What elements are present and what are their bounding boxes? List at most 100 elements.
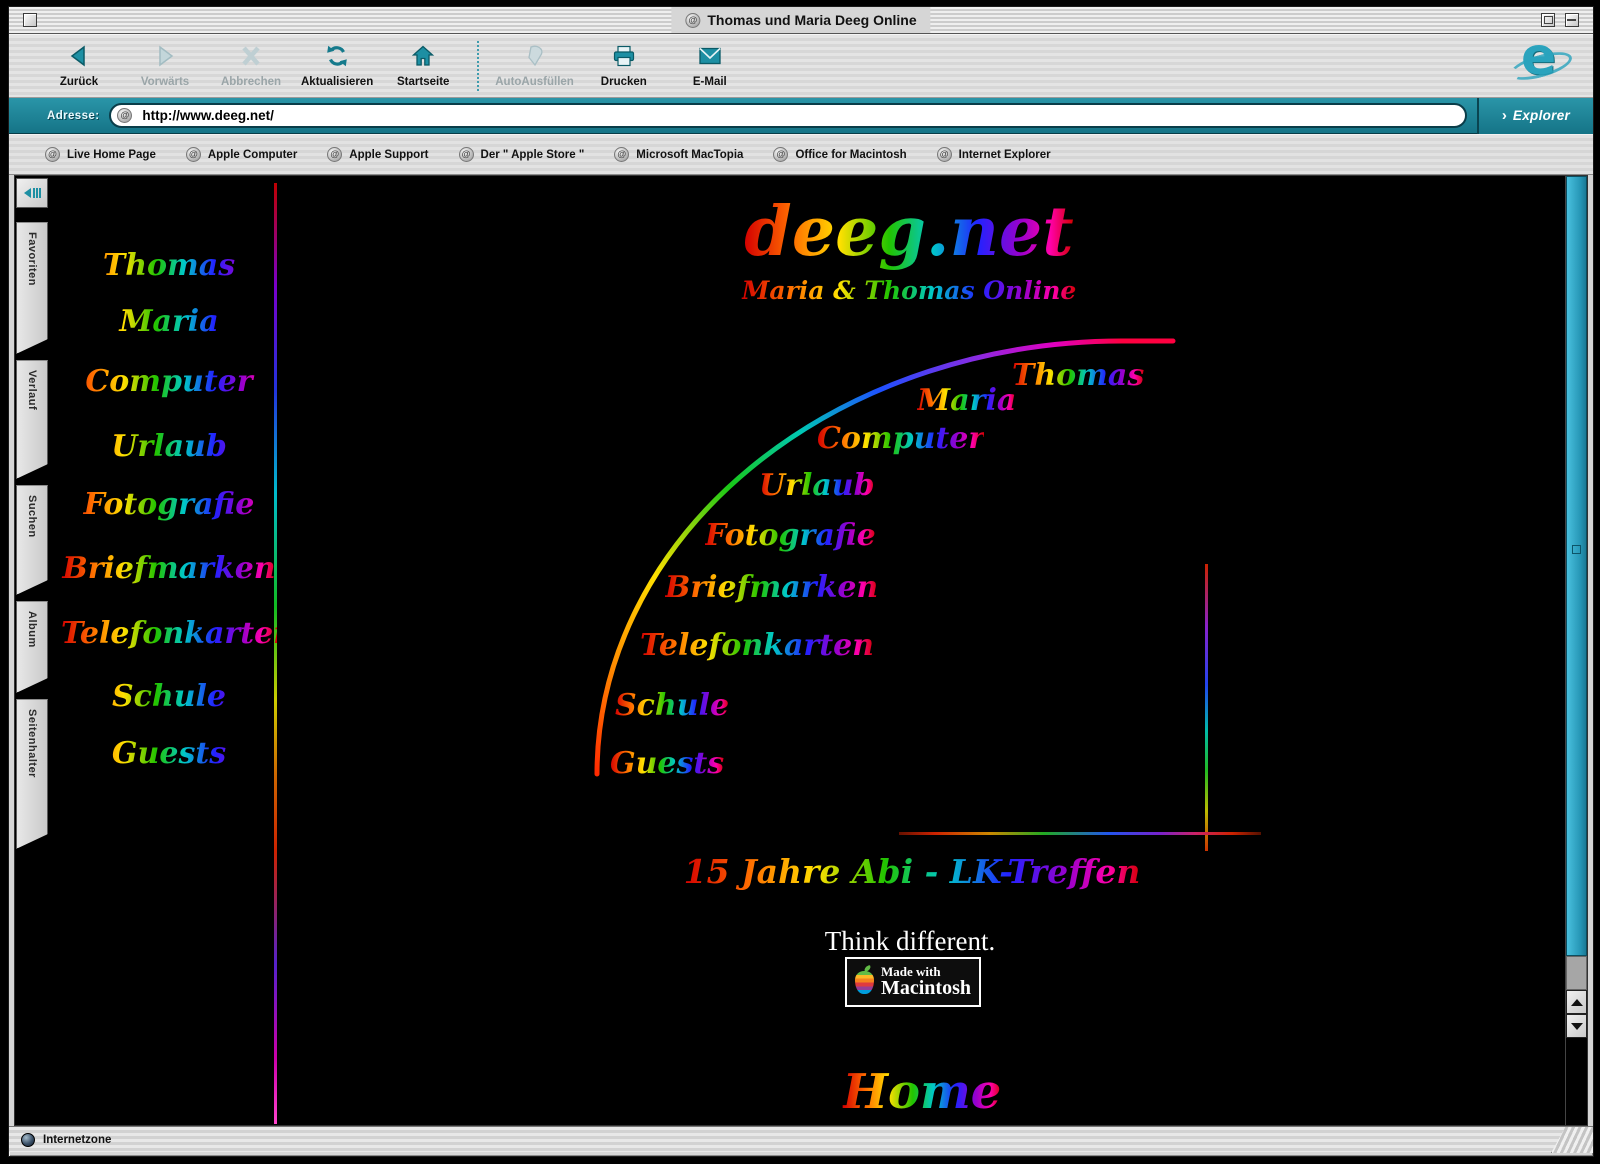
stop-button: Abbrechen [215,44,287,88]
explorer-button[interactable]: › Explorer [1477,98,1593,134]
scrollbar-track[interactable] [1566,956,1587,990]
stop-x-icon [238,44,264,73]
favorites-bar: Live Home Page Apple Computer Apple Supp… [9,134,1593,175]
address-input[interactable] [140,107,1453,124]
print-label: Drucken [601,76,647,88]
status-bar: Internetzone [9,1126,1593,1152]
sidebar-tab-label: Favoriten [26,232,38,353]
badge-line1: Made with [881,965,971,979]
favorite-label: Office for Macintosh [795,149,906,161]
favorite-link[interactable]: Apple Computer [186,147,297,162]
arc-menu-item[interactable]: Fotografie [705,518,876,553]
arc-menu-item[interactable]: Computer [817,421,984,456]
collapse-arrow-icon [24,188,31,198]
web-page: deeg.net Maria & Thomas Online ThomasMar… [53,176,1565,1125]
printer-icon [611,44,637,73]
rainbow-horizontal-line [899,832,1261,835]
think-different-text: Think different. [825,926,995,957]
content-frame: Favoriten Verlauf Suchen [9,175,1593,1126]
scroll-down-button[interactable] [1566,1014,1587,1038]
address-bar: Adresse: › Explorer [9,98,1593,134]
scroll-up-button[interactable] [1566,990,1587,1014]
favorite-link[interactable]: Der " Apple Store " [459,147,585,162]
forward-label: Vorwärts [141,76,189,88]
scrollbar-grip [1572,545,1581,554]
made-with-macintosh-badge[interactable]: Made with Macintosh [845,957,981,1007]
collapse-button[interactable] [1565,13,1579,27]
arc-menu-item[interactable]: Thomas [1012,358,1144,393]
refresh-icon [324,44,350,73]
sidebar-tab[interactable]: Verlauf [16,360,48,479]
favorite-link[interactable]: Live Home Page [45,147,156,162]
close-button[interactable] [23,13,37,27]
collapse-bars-icon [33,188,41,198]
url-page-icon [117,108,132,123]
favorite-icon [937,147,952,162]
refresh-label: Aktualisieren [301,76,373,88]
favorite-label: Apple Computer [208,149,297,161]
vertical-scrollbar[interactable] [1565,176,1587,1125]
sidebar-tab-label: Verlauf [26,370,38,478]
autofill-label: AutoAusfüllen [495,76,574,88]
sidebar-tab[interactable]: Favoriten [16,222,48,354]
status-globe-icon [21,1133,35,1147]
stop-label: Abbrechen [221,76,281,88]
favorite-icon [186,147,201,162]
arc-menu-item[interactable]: Telefonkarten [640,628,874,663]
rainbow-vertical-line-right [1205,564,1208,851]
sidebar-tab-label: Seitenhalter [26,709,38,848]
sidebar-tab[interactable]: Album [16,601,48,693]
autofill-button: AutoAusfüllen [495,44,574,88]
page-icon [685,13,700,28]
favorite-link[interactable]: Internet Explorer [937,147,1051,162]
titlebar: Thomas und Maria Deeg Online [9,7,1593,34]
email-button[interactable]: E-Mail [674,44,746,88]
badge-text: Made with Macintosh [881,965,971,1000]
scrollbar-thumb[interactable] [1566,176,1587,956]
favorite-label: Live Home Page [67,149,156,161]
sidebar-collapse-button[interactable] [16,178,48,208]
envelope-icon [697,44,723,73]
home-button[interactable]: Startseite [387,44,459,88]
back-button[interactable]: Zurück [43,44,115,88]
arc-menu-item[interactable]: Briefmarken [665,570,878,605]
status-zone-text: Internetzone [43,1134,111,1146]
zoom-button[interactable] [1541,13,1555,27]
favorite-icon [45,147,60,162]
print-button[interactable]: Drucken [588,44,660,88]
arc-menu-item[interactable]: Guests [610,746,724,781]
favorite-icon [459,147,474,162]
badge-line2: Macintosh [881,978,971,999]
sidebar-tab-label: Album [26,611,38,692]
explorer-chevron-icon: › [1502,107,1507,124]
explorer-button-label: Explorer [1513,108,1570,123]
favorite-label: Der " Apple Store " [481,149,585,161]
arc-menu-item[interactable]: Urlaub [759,468,875,503]
favorite-icon [773,147,788,162]
forward-arrow-icon [152,44,178,73]
back-label: Zurück [60,76,98,88]
favorite-link[interactable]: Office for Macintosh [773,147,906,162]
home-icon [410,44,436,73]
toolbar: Zurück Vorwärts Abbrechen Aktualisieren [9,34,1593,98]
internet-explorer-logo-icon: e [1509,41,1575,93]
apple-logo-icon [855,971,874,994]
favorite-label: Apple Support [349,149,428,161]
sidebar-tab-strip: Favoriten Verlauf Suchen [15,176,53,1125]
favorite-link[interactable]: Microsoft MacTopia [614,147,743,162]
arc-menu-item[interactable]: Maria [917,383,1016,418]
arc-menu-item[interactable]: Schule [615,688,729,723]
refresh-button[interactable]: Aktualisieren [301,44,373,88]
sidebar-tab[interactable]: Suchen [16,485,48,595]
address-field[interactable] [109,103,1467,128]
email-label: E-Mail [693,76,727,88]
home-link[interactable]: Home [843,1064,1002,1120]
address-label: Adresse: [47,110,99,122]
banner-link[interactable]: 15 Jahre Abi - LK-Treffen [684,852,1141,891]
favorite-icon [614,147,629,162]
back-arrow-icon [66,44,92,73]
resize-grip[interactable] [1551,1127,1593,1153]
sidebar-tab[interactable]: Seitenhalter [16,699,48,849]
favorite-link[interactable]: Apple Support [327,147,428,162]
toolbar-separator [477,41,479,91]
